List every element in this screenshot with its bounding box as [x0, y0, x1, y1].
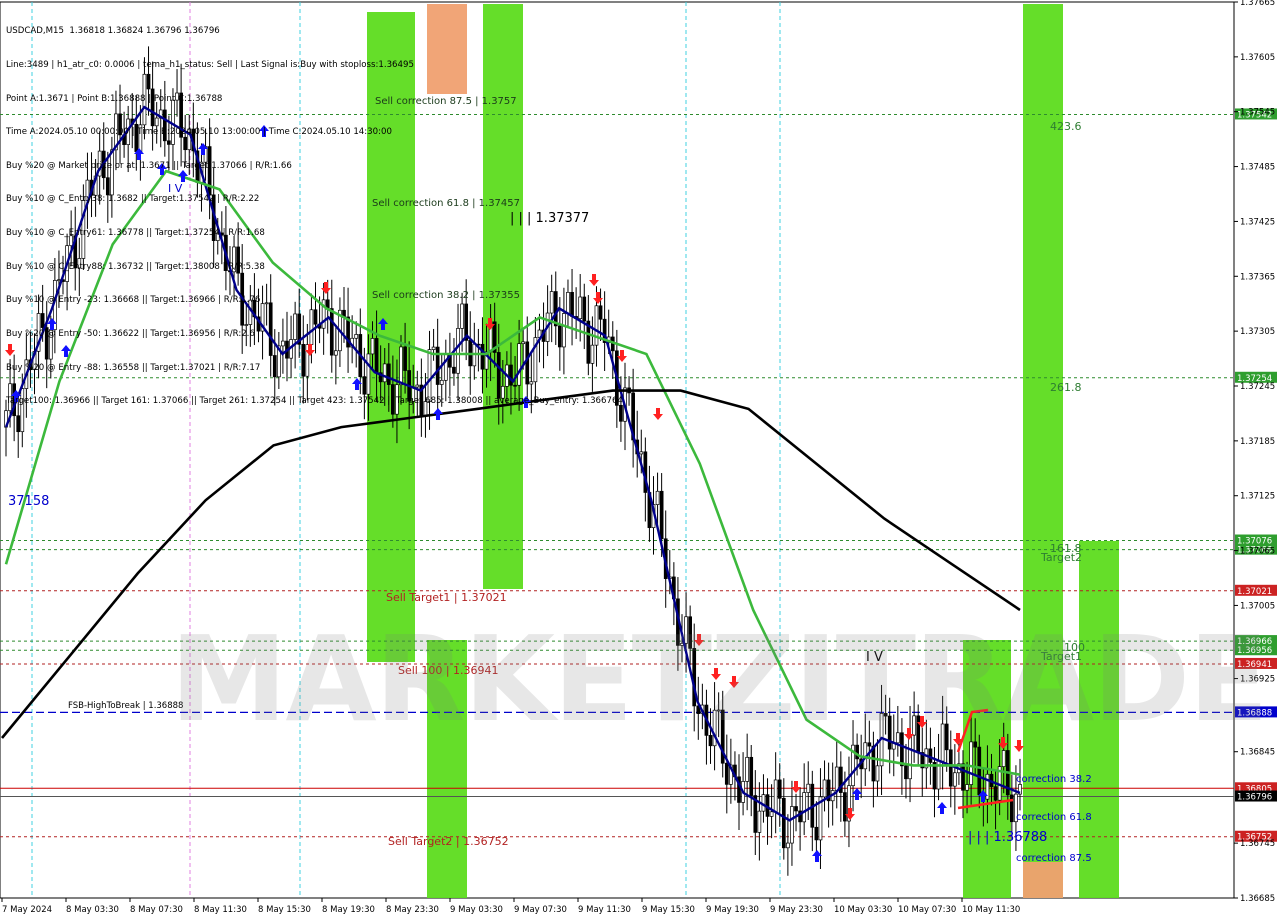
watermark: MARKETZITRADE [170, 610, 1269, 748]
y-tick-label: 1.36845 [1240, 748, 1275, 758]
chart-annotation: Sell Target1 | 1.37021 [386, 591, 507, 604]
chart-window: 1.37542 1.37254 1.37076 1.37066 1.37021 1.369… [0, 0, 1280, 920]
x-tick-label: 9 May 11:30 [578, 905, 631, 915]
candle-body [757, 810, 762, 833]
y-tick-label: 1.37125 [1240, 492, 1275, 502]
info-line: Buy %20 @ Entry -50: 1.36622 || Target:1… [6, 328, 255, 339]
candle-body [961, 763, 965, 791]
x-tick-label: 8 May 23:30 [386, 905, 439, 915]
candle-body [948, 749, 953, 787]
y-tick-label: 1.37605 [1240, 53, 1275, 63]
x-tick-label: 7 May 2024 [2, 905, 52, 915]
symbol-header: USDCAD,M15 1.36818 1.36824 1.36796 1.367… [6, 26, 220, 37]
x-tick-label: 9 May 19:30 [706, 905, 759, 915]
candle-body [1001, 750, 1006, 767]
info-line: Time A:2024.05.10 00:00:00 | Time B:2024… [6, 127, 392, 138]
chart-annotation: FSB-HighToBreak | 1.36888 [68, 701, 183, 711]
x-tick-label: 10 May 11:30 [962, 905, 1020, 915]
candle-body [745, 756, 750, 782]
y-tick-label: 1.37065 [1240, 547, 1275, 557]
x-tick-label: 9 May 23:30 [770, 905, 823, 915]
info-line: Buy %10 @ C_Entry61: 1.36778 || Target:1… [6, 228, 265, 239]
candle-body [655, 490, 660, 505]
chart-annotation: Sell Target2 | 1.36752 [388, 835, 509, 848]
candle-body [965, 784, 969, 791]
chart-annotation: 37158 [8, 494, 49, 509]
info-line: Line:3489 | h1_atr_c0: 0.0006 | tema_h1_… [6, 60, 414, 71]
y-tick-label: 1.37365 [1240, 272, 1275, 282]
x-tick-label: 8 May 15:30 [258, 905, 311, 915]
x-tick-label: 9 May 03:30 [450, 905, 503, 915]
y-tick-label: 1.36685 [1240, 894, 1275, 904]
y-tick-label: 1.36745 [1240, 839, 1275, 849]
candle-body [777, 779, 782, 799]
candle-body [871, 745, 876, 782]
candle-body [790, 806, 794, 844]
y-tick-label: 1.37425 [1240, 217, 1275, 227]
y-tick-label: 1.37545 [1240, 108, 1275, 118]
candle-body [843, 792, 847, 822]
info-panel: USDCAD,M15 1.36818 1.36824 1.36796 1.367… [6, 4, 623, 430]
candle-body [834, 766, 839, 791]
chart-annotation: | | | 1.36788 [968, 830, 1047, 845]
x-tick-label: 10 May 03:30 [834, 905, 892, 915]
x-tick-label: 8 May 03:30 [66, 905, 119, 915]
candle-body [993, 786, 998, 801]
info-line: Buy %10 @ C_Entry88: 1.36732 || Target:1… [6, 261, 265, 272]
x-tick-label: 9 May 15:30 [642, 905, 695, 915]
candle-body [639, 451, 644, 455]
candle-body [969, 741, 973, 785]
buy-zone-orange [1023, 862, 1063, 898]
x-tick-label: 8 May 19:30 [322, 905, 375, 915]
candle-body [773, 779, 778, 813]
chart-annotation: 261.8 [1050, 381, 1082, 394]
candle-body [904, 765, 908, 780]
info-line: Buy %10 @ C_Entry38: 1.3682 || Target:1.… [6, 194, 260, 205]
info-line: Buy %10 @ Entry -23: 1.36668 || Target:1… [6, 295, 261, 306]
chart-annotation: correction 38.2 [1016, 774, 1092, 785]
x-tick-label: 8 May 11:30 [194, 905, 247, 915]
candle-body [749, 756, 754, 796]
chart-annotation: Target2 [1040, 551, 1082, 564]
x-tick-label: 10 May 07:30 [898, 905, 956, 915]
x-tick-label: 8 May 07:30 [130, 905, 183, 915]
candle-body [794, 806, 798, 812]
candle-body [802, 792, 807, 823]
candle-body [786, 842, 790, 849]
candle-body [659, 490, 664, 540]
y-tick-label: 1.37305 [1240, 327, 1275, 337]
candle-body [814, 826, 819, 841]
y-tick-label: 1.37665 [1240, 0, 1275, 8]
y-tick-label: 1.37185 [1240, 437, 1275, 447]
candle-body [875, 765, 880, 782]
price-tag-label: 1.37021 [1237, 587, 1272, 597]
buy-zone-green-2 [1023, 4, 1063, 898]
chart-annotation: correction 87.5 [1016, 853, 1092, 864]
x-tick-label: 9 May 07:30 [514, 905, 567, 915]
y-tick-label: 1.37245 [1240, 382, 1275, 392]
candle-body [806, 783, 811, 793]
info-line: Point A:1.3671 | Point B:1.36888 | Point… [6, 93, 223, 104]
chart-annotation: correction 61.8 [1016, 812, 1092, 823]
y-tick-label: 1.37485 [1240, 163, 1275, 173]
chart-annotation: 423.6 [1050, 120, 1082, 133]
candle-body [781, 797, 786, 849]
info-line: Buy %20 @ Entry -88: 1.36558 || Target:1… [6, 362, 261, 373]
candle-body [822, 779, 827, 798]
price-tag-label: 1.36796 [1237, 793, 1272, 803]
candle-body [977, 746, 982, 796]
info-line: Target100: 1.36966 || Target 161: 1.3706… [6, 396, 623, 407]
candle-body [769, 811, 774, 817]
candle-body [724, 762, 729, 785]
info-line: Buy %20 @ Market price or at: 1.3671 || … [6, 160, 292, 171]
candle-body [952, 772, 957, 787]
